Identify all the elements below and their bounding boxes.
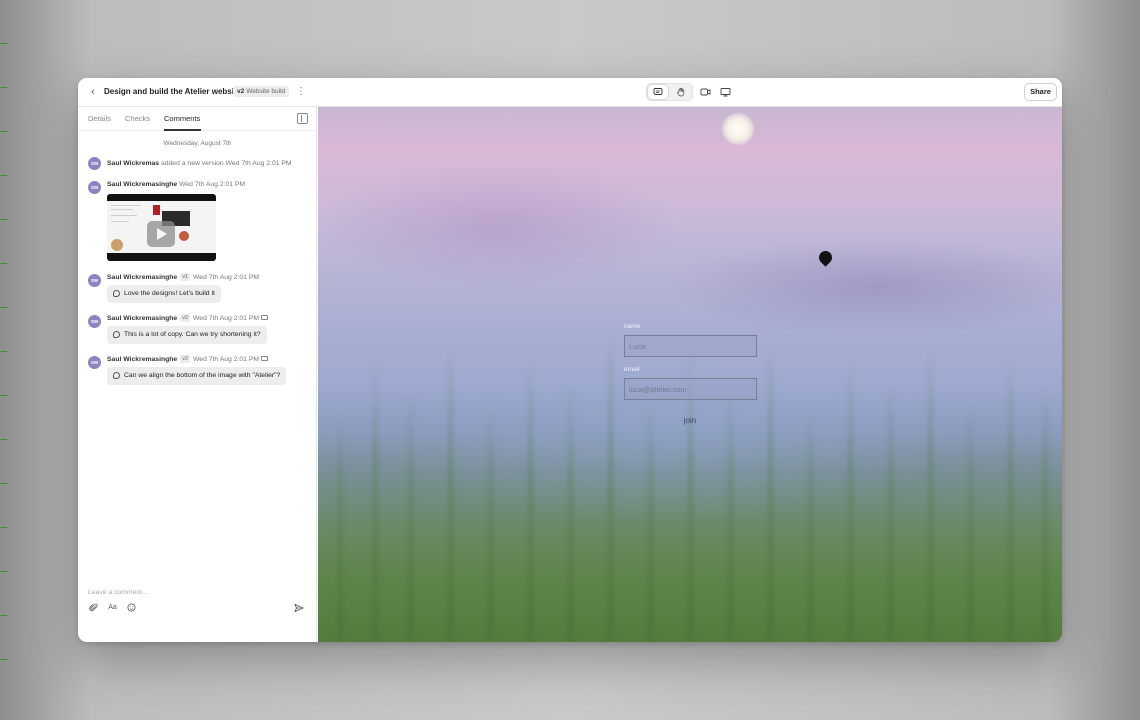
collaborator-cursor-icon [816, 248, 835, 267]
comment-input[interactable] [88, 586, 288, 598]
paperclip-icon[interactable] [88, 602, 99, 613]
version-tag: v2 [180, 314, 191, 322]
play-icon[interactable] [147, 221, 175, 247]
tab-comments[interactable]: Comments [164, 114, 200, 123]
join-button[interactable]: join [678, 414, 702, 426]
top-bar: ‹ Design and build the Atelier website v… [78, 78, 1062, 107]
comment-bubble[interactable]: Can we align the bottom of the image wit… [107, 367, 287, 385]
timestamp: Wed 7th Aug 2:01 PM [193, 356, 260, 363]
activity-text: added a new version [160, 160, 224, 167]
version-label: Website build [246, 88, 286, 95]
tab-checks[interactable]: Checks [125, 114, 150, 123]
tool-toggle-group [646, 83, 693, 101]
version-tag: v1 [180, 273, 191, 281]
activity-meta: Saul Wickremasinghe v1 Wed 7th Aug 2:01 PM [107, 273, 259, 281]
comment-bubble[interactable]: Love the designs! Let's build it [107, 285, 221, 303]
moon [722, 113, 754, 145]
comment-text: Can we align the bottom of the image wit… [124, 372, 281, 379]
tab-details[interactable]: Details [88, 114, 111, 123]
avatar[interactable]: SW [88, 315, 101, 328]
timestamp: Wed 7th Aug 2:01 PM [193, 274, 260, 281]
video-frame [107, 201, 216, 253]
comments-sidebar: Details Checks Comments Wednesday, Augus… [78, 107, 317, 642]
comment-text: This is a lot of copy. Can we try shorte… [124, 331, 261, 338]
avatar[interactable]: SW [88, 157, 101, 170]
left-edge-ticks [0, 0, 8, 720]
version-tag: v2 [180, 355, 191, 363]
comment-composer: Aa [78, 577, 317, 642]
screen-icon [261, 356, 269, 361]
timestamp: Wed 7th Aug 2:01 PM [193, 315, 260, 322]
monitor-icon[interactable] [718, 85, 732, 99]
avatar[interactable]: SW [88, 181, 101, 194]
email-input[interactable] [624, 378, 757, 400]
image-red-block [153, 205, 160, 215]
email-label: email [624, 366, 640, 373]
design-canvas[interactable]: name email join [318, 107, 1062, 642]
active-tab-underline [164, 129, 201, 131]
share-button[interactable]: Share [1024, 83, 1057, 101]
date-separator: Wednesday, August 7th [163, 140, 232, 147]
hand-icon[interactable] [671, 85, 691, 99]
video-attachment[interactable] [107, 194, 216, 261]
author-name[interactable]: Saul Wickremas [107, 160, 159, 167]
author-name[interactable]: Saul Wickremasinghe [107, 274, 177, 281]
sidebar-tabs: Details Checks Comments [78, 107, 317, 131]
chevron-left-icon[interactable]: ‹ [87, 86, 99, 98]
author-name[interactable]: Saul Wickremasinghe [107, 315, 177, 322]
name-label: name [624, 323, 641, 330]
send-icon[interactable] [293, 602, 304, 613]
image-round-shape [179, 231, 189, 241]
more-vertical-icon[interactable]: ⋮ [296, 85, 306, 99]
timestamp: Wed 7th Aug 2:01 PM [225, 160, 292, 167]
timestamp: Wed 7th Aug 2:01 PM [179, 181, 246, 188]
panel-toggle-icon[interactable] [297, 113, 308, 124]
author-name[interactable]: Saul Wickremasinghe [107, 356, 177, 363]
comment-icon [113, 372, 120, 379]
author-name[interactable]: Saul Wickremasinghe [107, 181, 177, 188]
version-number: v2 [237, 88, 245, 95]
screen-icon [261, 315, 269, 320]
text-format-icon[interactable]: Aa [107, 602, 118, 613]
image-round-shape [111, 239, 123, 251]
activity-version-added: Saul Wickremas added a new version Wed 7… [107, 160, 292, 167]
project-title: Design and build the Atelier website [104, 87, 242, 96]
comment-text: Love the designs! Let's build it [124, 290, 215, 297]
comment-bubble[interactable]: This is a lot of copy. Can we try shorte… [107, 326, 267, 344]
activity-meta: Saul Wickremasinghe Wed 7th Aug 2:01 PM [107, 181, 245, 188]
comment-icon [113, 290, 120, 297]
emoji-icon[interactable] [126, 602, 137, 613]
comment-icon [113, 331, 120, 338]
comment-icon[interactable] [648, 85, 668, 99]
activity-meta: Saul Wickremasinghe v2 Wed 7th Aug 2:01 PM [107, 314, 269, 322]
avatar[interactable]: SW [88, 274, 101, 287]
video-camera-icon[interactable] [698, 85, 712, 99]
name-input[interactable] [624, 335, 757, 357]
app-window: ‹ Design and build the Atelier website v… [78, 78, 1062, 642]
activity-meta: Saul Wickremasinghe v2 Wed 7th Aug 2:01 PM [107, 355, 269, 363]
version-badge[interactable]: v2 Website build [233, 86, 290, 97]
avatar[interactable]: SW [88, 356, 101, 369]
